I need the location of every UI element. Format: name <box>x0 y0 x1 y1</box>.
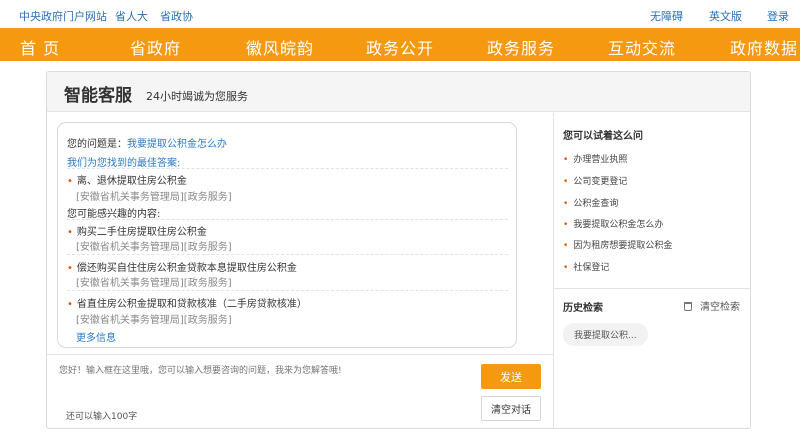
clear-chat-button[interactable]: 清空对话 <box>481 396 541 421</box>
char-counter: 还可以输入100字 <box>66 412 138 422</box>
suggestion-item[interactable]: • 我要提取公积金怎么办 <box>563 217 663 230</box>
panel-header: 智能客服 24小时竭诚为您服务 <box>47 72 750 112</box>
link-provincial-congress[interactable]: 省人大 <box>115 8 148 24</box>
main-nav: 首 页 省政府 徽风皖韵 政务公开 政务服务 互动交流 政府数据 <box>0 28 800 61</box>
chat-answer-bubble: 您的问题是： 我要提取公积金怎么办 我们为您找到的最佳答案: • 离、退休提取住房… <box>57 122 517 348</box>
result-source: [安徽省机关事务管理局][政务服务] <box>76 315 232 326</box>
bullet-icon: • <box>563 155 569 165</box>
trash-icon <box>684 302 692 311</box>
send-button[interactable]: 发送 <box>481 364 541 389</box>
panel-subtitle: 24小时竭诚为您服务 <box>146 90 248 103</box>
bullet-icon: • <box>563 199 569 209</box>
nav-item-interaction[interactable]: 互动交流 <box>608 35 676 59</box>
nav-item-home[interactable]: 首 页 <box>20 35 60 59</box>
history-chip[interactable]: 我要提取公积... <box>563 323 648 346</box>
nav-item-culture[interactable]: 徽风皖韵 <box>246 35 314 59</box>
result-link[interactable]: • 省直住房公积金提取和贷款核准（二手房贷款核准） <box>67 295 307 310</box>
bullet-icon: • <box>563 263 569 273</box>
result-link[interactable]: • 离、退休提取住房公积金 <box>67 172 187 187</box>
separator <box>67 290 508 291</box>
separator <box>67 168 508 169</box>
suggestion-item[interactable]: • 公积金查询 <box>563 196 618 209</box>
input-divider <box>47 354 553 355</box>
best-answer-label: 我们为您找到的最佳答案: <box>67 158 181 169</box>
sidebar-divider <box>554 288 750 289</box>
nav-item-gov-affairs[interactable]: 政务公开 <box>366 35 434 59</box>
result-link[interactable]: • 购买二手住房提取住房公积金 <box>67 223 207 238</box>
result-link[interactable]: • 偿还购买自住住房公积金贷款本息提取住房公积金 <box>67 259 297 274</box>
maybe-interested-label: 您可能感兴趣的内容: <box>67 209 161 220</box>
top-bar: 中央政府门户网站 省人大 省政协 无障碍 英文版 登录 <box>0 0 800 28</box>
suggestion-item[interactable]: • 因为租房想要提取公积金 <box>563 238 672 251</box>
clear-history-button[interactable]: 清空检索 <box>684 298 740 313</box>
nav-item-provincial-gov[interactable]: 省政府 <box>130 35 181 59</box>
nav-item-gov-data[interactable]: 政府数据 <box>730 35 798 59</box>
suggestion-item[interactable]: • 公司变更登记 <box>563 174 627 187</box>
bullet-icon: • <box>563 241 569 251</box>
separator <box>67 254 508 255</box>
link-login[interactable]: 登录 <box>767 8 789 24</box>
bullet-icon: • <box>67 263 73 274</box>
bullet-icon: • <box>563 177 569 187</box>
result-source: [安徽省机关事务管理局][政务服务] <box>76 192 232 203</box>
separator <box>67 219 508 220</box>
question-input[interactable] <box>59 363 459 403</box>
suggest-title: 您可以试着这么问 <box>563 131 643 142</box>
link-provincial-cppcc[interactable]: 省政协 <box>160 8 193 24</box>
more-info-link[interactable]: 更多信息 <box>76 329 116 344</box>
history-title: 历史检索 <box>563 303 603 314</box>
bullet-icon: • <box>67 299 73 310</box>
question-text: 我要提取公积金怎么办 <box>127 139 227 150</box>
question-label: 您的问题是： <box>67 139 127 150</box>
bullet-icon: • <box>563 220 569 230</box>
result-source: [安徽省机关事务管理局][政务服务] <box>76 278 232 289</box>
suggestion-item[interactable]: • 社保登记 <box>563 260 609 273</box>
smart-service-panel: 智能客服 24小时竭诚为您服务 您的问题是： 我要提取公积金怎么办 我们为您找到… <box>46 71 751 429</box>
suggestion-item[interactable]: • 办理营业执照 <box>563 152 627 165</box>
panel-title: 智能客服 <box>64 86 132 106</box>
link-central-gov[interactable]: 中央政府门户网站 <box>19 8 107 24</box>
column-divider <box>553 113 554 428</box>
result-source: [安徽省机关事务管理局][政务服务] <box>76 242 232 253</box>
link-english[interactable]: 英文版 <box>709 8 742 24</box>
nav-item-gov-services[interactable]: 政务服务 <box>487 35 555 59</box>
link-accessibility[interactable]: 无障碍 <box>650 8 683 24</box>
bullet-icon: • <box>67 176 73 187</box>
bullet-icon: • <box>67 227 73 238</box>
